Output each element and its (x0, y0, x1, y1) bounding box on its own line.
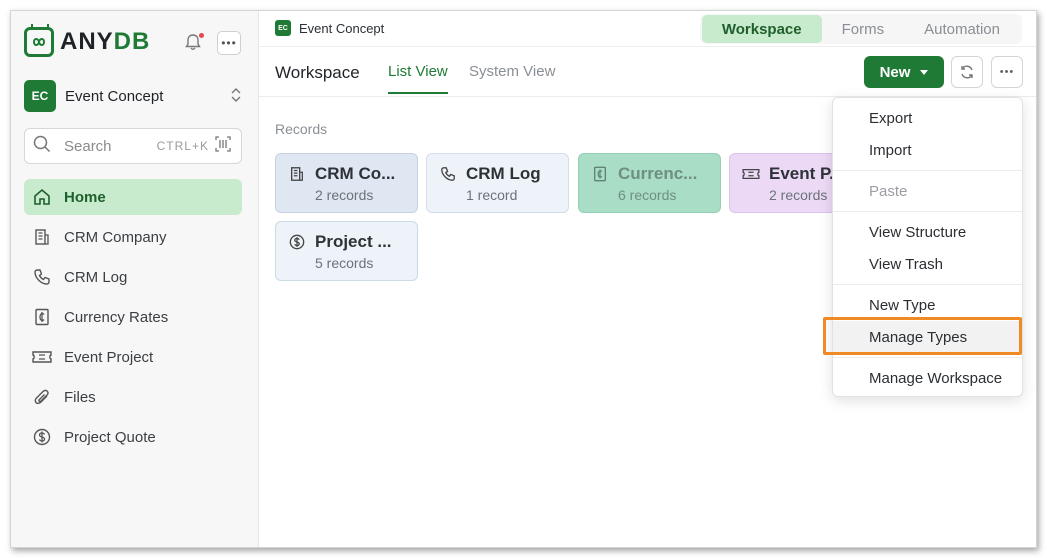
breadcrumb[interactable]: EC Event Concept (275, 20, 384, 36)
app-window: ANYDB ••• EC Event Concept Search CTRL+K (10, 10, 1037, 548)
sidebar-nav: Home CRM Company CRM Log Currency Rates … (24, 179, 242, 459)
phone-icon (32, 267, 52, 287)
search-input[interactable]: Search CTRL+K (24, 128, 242, 164)
sidebar-more-button[interactable]: ••• (217, 31, 241, 55)
building-icon (288, 165, 306, 183)
notification-dot (199, 33, 204, 38)
menu-divider (833, 284, 1022, 285)
menu-item-export[interactable]: Export (833, 102, 1022, 134)
workspace-switcher[interactable]: EC Event Concept (24, 79, 242, 113)
currency-icon (32, 307, 52, 327)
ticket-icon (32, 347, 52, 367)
home-icon (32, 187, 52, 207)
building-icon (32, 227, 52, 247)
chevron-updown-icon (230, 87, 242, 108)
search-shortcut: CTRL+K (156, 139, 209, 153)
tab-list-view[interactable]: List View (388, 63, 448, 94)
record-card-project-quote[interactable]: Project ... 5 records (275, 221, 418, 281)
refresh-button[interactable] (951, 56, 983, 88)
menu-item-paste[interactable]: Paste (833, 175, 1022, 207)
menu-item-manage-types[interactable]: Manage Types (833, 321, 1022, 353)
record-card-title: Currenc... (618, 164, 698, 183)
logo-icon (24, 24, 54, 57)
record-card-title: Project ... (315, 232, 392, 251)
notification-bell-icon[interactable] (185, 33, 204, 53)
top-bar: EC Event Concept Workspace Forms Automat… (259, 11, 1036, 47)
mode-switcher: Workspace Forms Automation (699, 14, 1022, 44)
record-card-crm-log[interactable]: CRM Log 1 record (426, 153, 569, 213)
more-options-button[interactable]: ••• (991, 56, 1023, 88)
currency-icon (591, 165, 609, 183)
record-card-crm-company[interactable]: CRM Co... 2 records (275, 153, 418, 213)
sidebar-item-files[interactable]: Files (24, 379, 242, 415)
search-icon (33, 135, 51, 158)
menu-item-new-type[interactable]: New Type (833, 289, 1022, 321)
tab-forms[interactable]: Forms (822, 15, 905, 43)
menu-item-view-structure[interactable]: View Structure (833, 216, 1022, 248)
ticket-icon (742, 165, 760, 183)
phone-icon (439, 165, 457, 183)
page-title: Workspace (275, 63, 360, 82)
sidebar-item-home[interactable]: Home (24, 179, 242, 215)
paperclip-icon (32, 387, 52, 407)
record-card-count: 5 records (315, 255, 374, 271)
tab-automation[interactable]: Automation (904, 15, 1020, 43)
more-icon: ••• (999, 66, 1015, 78)
sidebar-item-crm-log[interactable]: CRM Log (24, 259, 242, 295)
tab-workspace[interactable]: Workspace (701, 15, 822, 43)
workspace-name: Event Concept (65, 87, 164, 105)
new-button[interactable]: New (864, 56, 944, 88)
sidebar-item-project-quote[interactable]: Project Quote (24, 419, 242, 455)
scan-icon[interactable] (215, 135, 231, 157)
breadcrumb-workspace-name: Event Concept (299, 20, 385, 36)
sidebar: ANYDB ••• EC Event Concept Search CTRL+K (11, 11, 259, 547)
sidebar-item-crm-company[interactable]: CRM Company (24, 219, 242, 255)
record-card-count: 6 records (618, 187, 677, 203)
new-dropdown-menu: Export Import Paste View Structure View … (832, 97, 1023, 397)
record-card-count: 1 record (466, 187, 518, 203)
dollar-icon (32, 427, 52, 447)
search-placeholder: Search (64, 137, 112, 155)
tab-system-view[interactable]: System View (469, 63, 555, 92)
record-card-title: CRM Log (466, 164, 541, 183)
sub-header: Workspace List View System View New ••• (259, 47, 1036, 97)
brand-logo[interactable]: ANYDB (24, 24, 151, 57)
brand-name: ANYDB (60, 28, 151, 55)
refresh-icon (961, 65, 973, 79)
breadcrumb-avatar: EC (275, 20, 291, 36)
menu-item-manage-workspace[interactable]: Manage Workspace (833, 362, 1022, 394)
menu-divider (833, 211, 1022, 212)
sidebar-item-event-project[interactable]: Event Project (24, 339, 242, 375)
menu-divider (833, 357, 1022, 358)
records-section-label: Records (275, 121, 328, 137)
dollar-icon (288, 233, 306, 251)
record-card-count: 2 records (315, 187, 374, 203)
sidebar-item-currency-rates[interactable]: Currency Rates (24, 299, 242, 335)
record-card-currency-rates[interactable]: Currenc... 6 records (578, 153, 721, 213)
menu-item-import[interactable]: Import (833, 134, 1022, 166)
workspace-avatar: EC (24, 80, 56, 112)
caret-down-icon (920, 69, 929, 75)
record-card-title: CRM Co... (315, 164, 396, 183)
menu-divider (833, 170, 1022, 171)
menu-item-view-trash[interactable]: View Trash (833, 248, 1022, 280)
